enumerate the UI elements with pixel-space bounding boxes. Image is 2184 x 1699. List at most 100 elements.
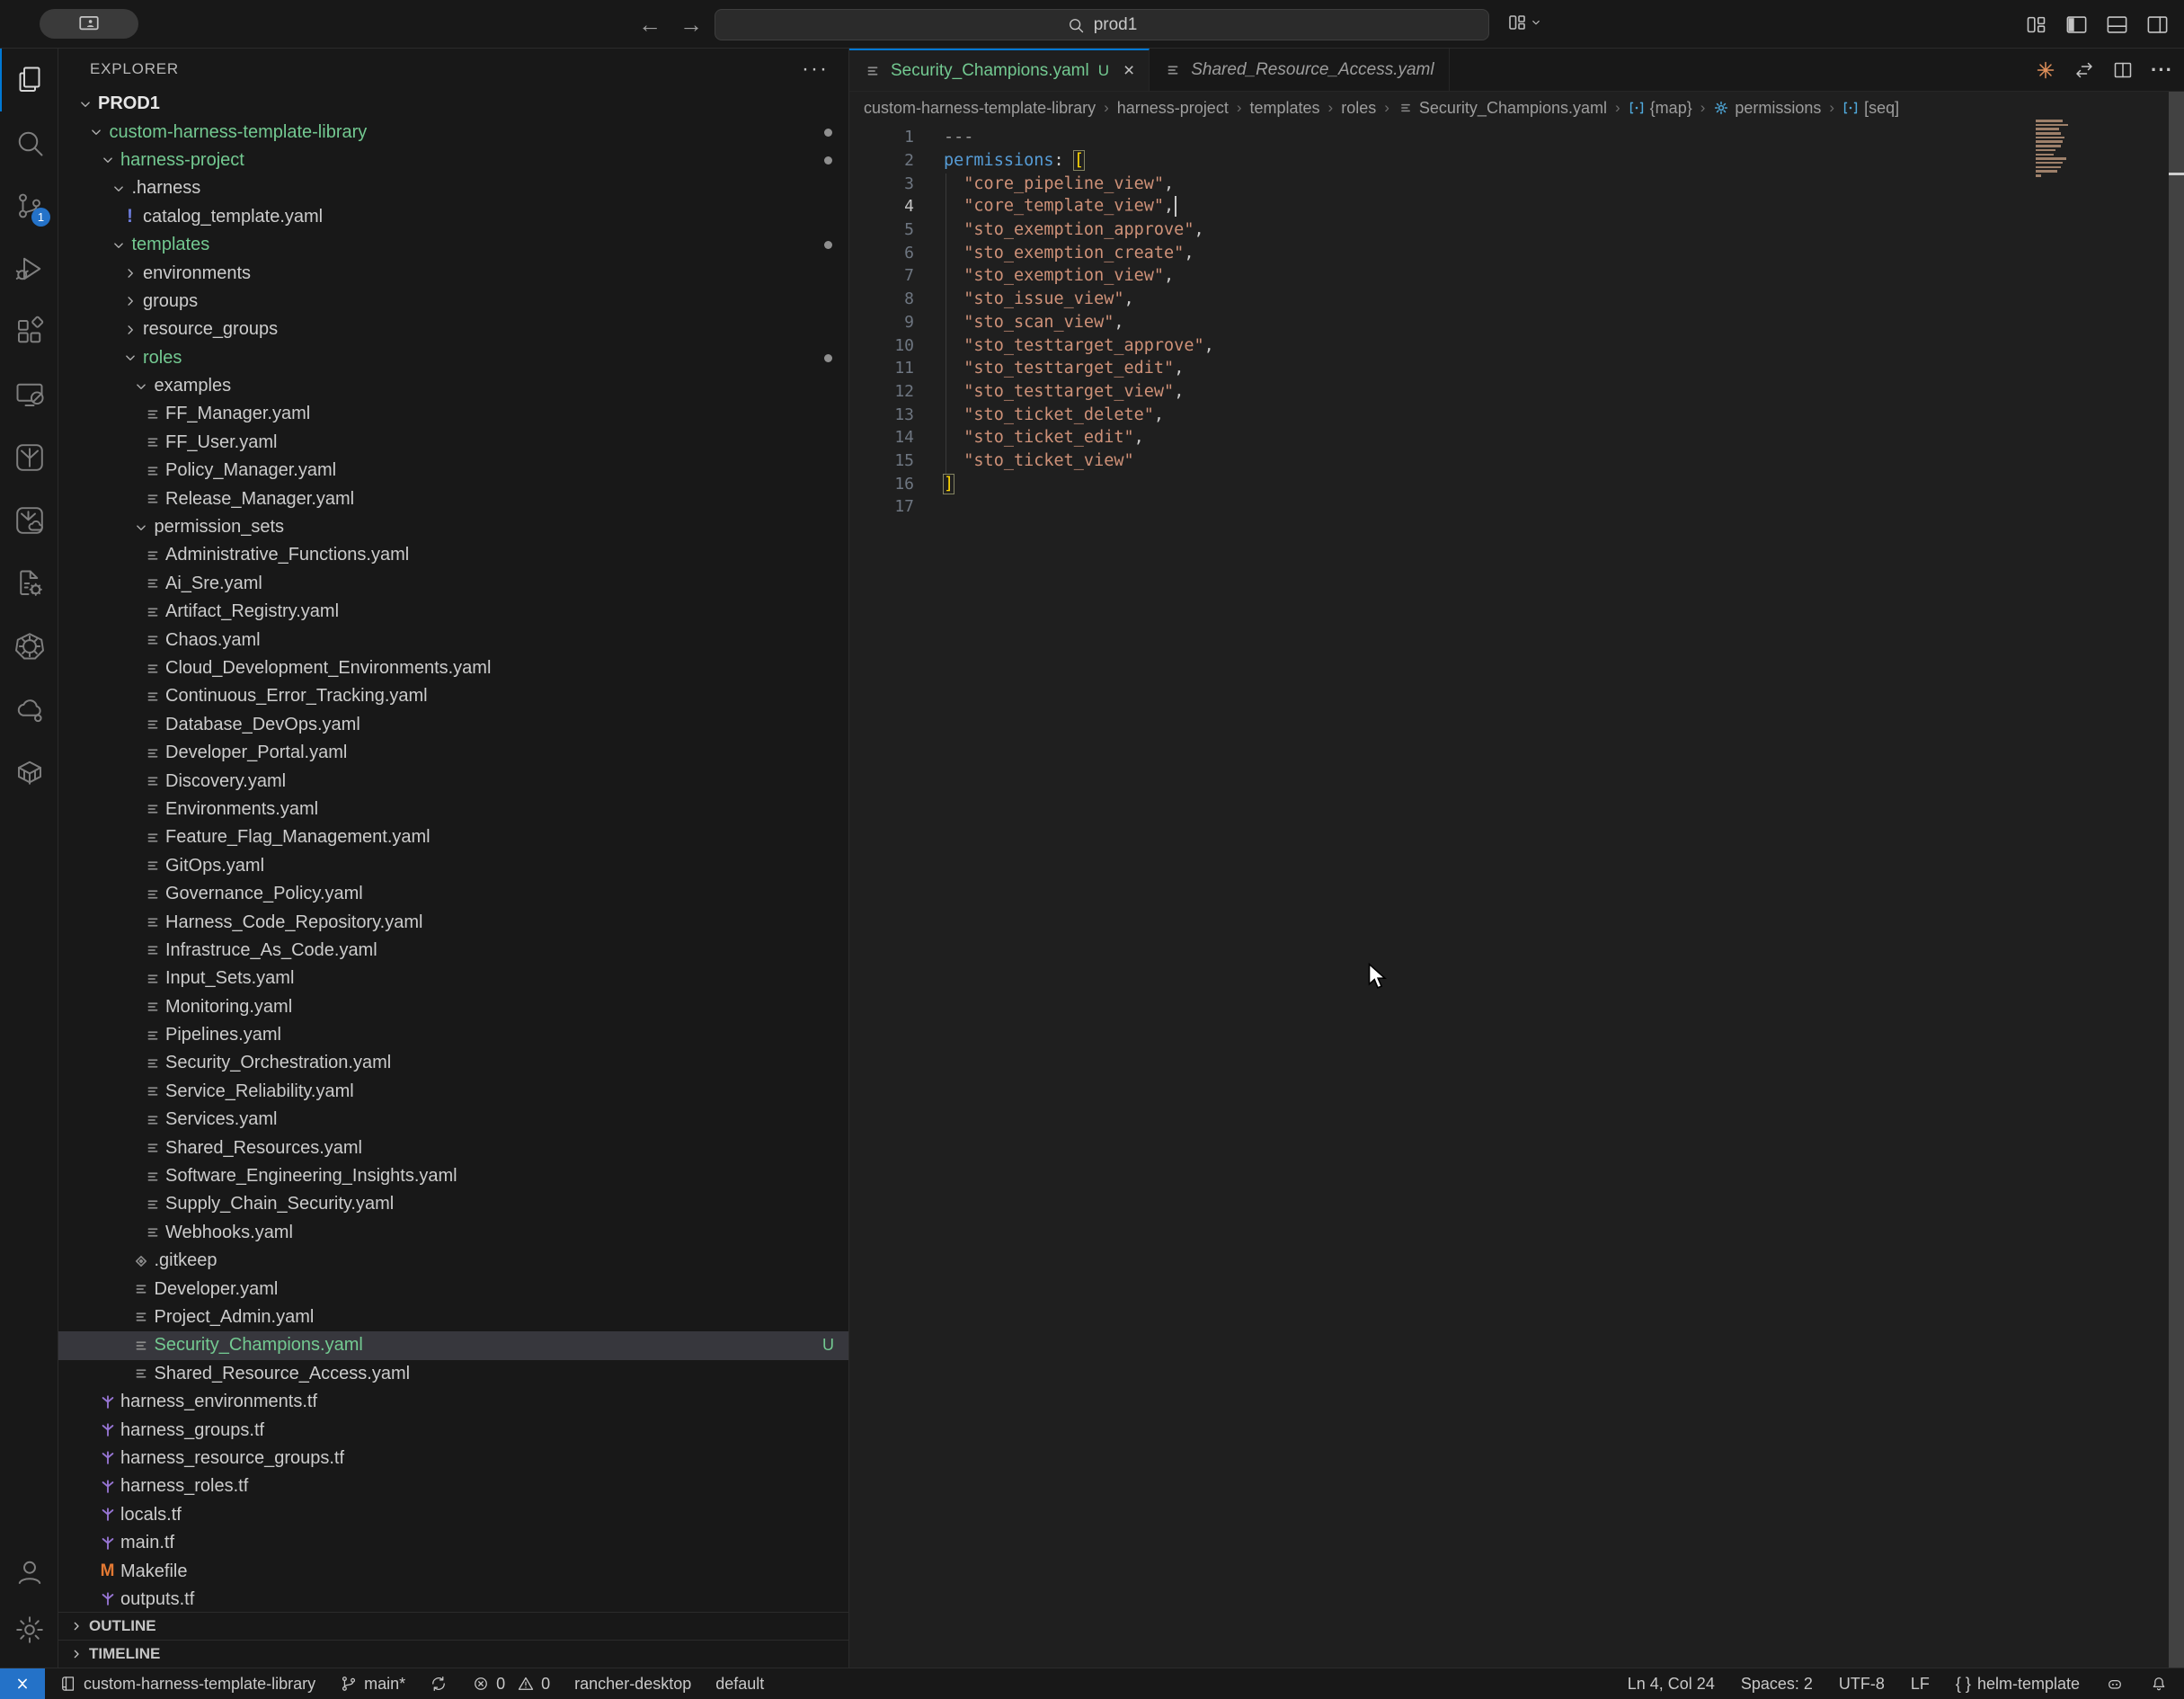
tree-item-examples[interactable]: examples	[58, 372, 848, 400]
tree-item-supply-chain-security-yaml[interactable]: Supply_Chain_Security.yaml	[58, 1190, 848, 1218]
tree-item-discovery-yaml[interactable]: Discovery.yaml	[58, 767, 848, 795]
tree-item-ff-manager-yaml[interactable]: FF_Manager.yaml	[58, 400, 848, 428]
tree-item-feature-flag-management-yaml[interactable]: Feature_Flag_Management.yaml	[58, 823, 848, 851]
tree-item-gitkeep[interactable]: .gitkeep	[58, 1247, 848, 1275]
tree-item-harness[interactable]: .harness	[58, 174, 848, 202]
tree-item-governance-policy-yaml[interactable]: Governance_Policy.yaml	[58, 880, 848, 908]
tree-item-webhooks-yaml[interactable]: Webhooks.yaml	[58, 1219, 848, 1247]
code-line-17[interactable]: 17	[849, 495, 2184, 519]
activity-remote-explorer[interactable]	[0, 363, 58, 426]
more-actions-icon[interactable]: ···	[2151, 58, 2173, 82]
editor-scrollbar[interactable]	[2169, 92, 2184, 1668]
status-cursor-position[interactable]: Ln 4, Col 24	[1628, 1675, 1715, 1694]
tree-item-security-orchestration-yaml[interactable]: Security_Orchestration.yaml	[58, 1049, 848, 1077]
activity-extensions[interactable]	[0, 300, 58, 363]
tree-item-ai-sre-yaml[interactable]: Ai_Sre.yaml	[58, 570, 848, 598]
close-icon[interactable]: ×	[1123, 60, 1134, 82]
tree-item-pipelines-yaml[interactable]: Pipelines.yaml	[58, 1021, 848, 1049]
code-editor[interactable]: 1---2permissions: [3 "core_pipeline_view…	[849, 124, 2184, 519]
screen-share-button[interactable]	[40, 9, 138, 39]
status-language-mode[interactable]: { }helm-template	[1956, 1675, 2080, 1694]
tree-item-prod1[interactable]: PROD1	[58, 90, 848, 118]
code-line-8[interactable]: 8 "sto_issue_view",	[849, 288, 2184, 311]
tree-item-harness-resource-groups-tf[interactable]: harness_resource_groups.tf	[58, 1445, 848, 1472]
section-outline[interactable]: OUTLINE	[58, 1612, 848, 1640]
status-notifications[interactable]	[2150, 1675, 2168, 1694]
code-line-12[interactable]: 12 "sto_testtarget_view",	[849, 380, 2184, 404]
status-problems[interactable]: 00	[472, 1675, 550, 1694]
activity-source-control[interactable]: 1	[0, 174, 58, 237]
tree-item-developer-yaml[interactable]: Developer.yaml	[58, 1275, 848, 1303]
tree-item-templates[interactable]: templates	[58, 231, 848, 259]
code-line-7[interactable]: 7 "sto_exemption_view",	[849, 264, 2184, 288]
tree-item-harness-groups-tf[interactable]: harness_groups.tf	[58, 1416, 848, 1444]
command-center-search[interactable]: prod1	[715, 9, 1489, 40]
tree-item-database-devops-yaml[interactable]: Database_DevOps.yaml	[58, 711, 848, 739]
split-editor-icon[interactable]	[2112, 59, 2134, 81]
tree-item-ff-user-yaml[interactable]: FF_User.yaml	[58, 429, 848, 457]
breadcrumb-permissions[interactable]: permissions	[1713, 99, 1821, 118]
code-line-14[interactable]: 14 "sto_ticket_edit",	[849, 426, 2184, 449]
tree-item-security-champions-yaml[interactable]: Security_Champions.yamlU	[58, 1331, 848, 1359]
status-indentation[interactable]: Spaces: 2	[1741, 1675, 1813, 1694]
activity-accounts[interactable]	[0, 1543, 58, 1601]
tree-item-cloud-development-environments-yaml[interactable]: Cloud_Development_Environments.yaml	[58, 654, 848, 682]
status-repo[interactable]: custom-harness-template-library	[59, 1675, 315, 1694]
toggle-panel-bottom-icon[interactable]	[2105, 13, 2129, 37]
tree-item-continuous-error-tracking-yaml[interactable]: Continuous_Error_Tracking.yaml	[58, 682, 848, 710]
customize-layout-icon[interactable]	[2024, 13, 2048, 37]
tree-item-services-yaml[interactable]: Services.yaml	[58, 1106, 848, 1134]
activity-terraform[interactable]	[0, 426, 58, 489]
tree-item-infrastruce-as-code-yaml[interactable]: Infrastruce_As_Code.yaml	[58, 937, 848, 965]
status-eol[interactable]: LF	[1911, 1675, 1930, 1694]
activity-cloud-tools[interactable]	[0, 678, 58, 741]
tree-item-harness-project[interactable]: harness-project	[58, 147, 848, 174]
tree-item-chaos-yaml[interactable]: Chaos.yaml	[58, 626, 848, 654]
tree-item-project-admin-yaml[interactable]: Project_Admin.yaml	[58, 1303, 848, 1331]
code-line-9[interactable]: 9 "sto_scan_view",	[849, 311, 2184, 334]
breadcrumb-harness-project[interactable]: harness-project	[1117, 99, 1229, 118]
breadcrumb-seq[interactable]: [seq]	[1842, 99, 1899, 118]
activity-run-and-debug[interactable]	[0, 237, 58, 300]
tree-item-custom-harness-template-library[interactable]: custom-harness-template-library	[58, 118, 848, 146]
nav-forward-button[interactable]: →	[679, 11, 703, 39]
status-branch[interactable]: main*	[340, 1675, 405, 1694]
toggle-panel-right-icon[interactable]	[2145, 13, 2170, 37]
tree-item-catalog-template-yaml[interactable]: !catalog_template.yaml	[58, 203, 848, 231]
open-changes-icon[interactable]	[2073, 59, 2095, 81]
breadcrumb-templates[interactable]: templates	[1250, 99, 1320, 118]
breadcrumb-map[interactable]: {map}	[1629, 99, 1692, 118]
tree-item-locals-tf[interactable]: locals.tf	[58, 1501, 848, 1529]
status-kube-context[interactable]: default	[715, 1675, 764, 1694]
tree-item-makefile[interactable]: MMakefile	[58, 1557, 848, 1585]
status-encoding[interactable]: UTF-8	[1839, 1675, 1885, 1694]
tree-item-environments-yaml[interactable]: Environments.yaml	[58, 796, 848, 823]
tree-item-policy-manager-yaml[interactable]: Policy_Manager.yaml	[58, 457, 848, 485]
activity-settings[interactable]	[0, 1601, 58, 1659]
tree-item-groups[interactable]: groups	[58, 288, 848, 316]
breadcrumb-roles[interactable]: roles	[1341, 99, 1376, 118]
tab-shared-resource-access-yaml[interactable]: Shared_Resource_Access.yaml	[1150, 49, 1449, 91]
tab-security-champions-yaml[interactable]: Security_Champions.yamlU×	[849, 49, 1150, 91]
activity-search[interactable]	[0, 111, 58, 174]
tree-item-artifact-registry-yaml[interactable]: Artifact_Registry.yaml	[58, 598, 848, 626]
breadcrumb-custom-harness-template-library[interactable]: custom-harness-template-library	[864, 99, 1096, 118]
activity-terraform-cloud[interactable]	[0, 489, 58, 552]
explorer-more-actions-button[interactable]: ···	[802, 57, 829, 82]
activity-explorer[interactable]	[0, 49, 58, 111]
tree-item-harness-environments-tf[interactable]: harness_environments.tf	[58, 1388, 848, 1416]
code-line-2[interactable]: 2permissions: [	[849, 149, 2184, 173]
code-line-6[interactable]: 6 "sto_exemption_create",	[849, 241, 2184, 264]
activity-kubernetes[interactable]	[0, 615, 58, 678]
tree-item-environments[interactable]: environments	[58, 259, 848, 287]
tree-item-developer-portal-yaml[interactable]: Developer_Portal.yaml	[58, 739, 848, 767]
code-line-1[interactable]: 1---	[849, 126, 2184, 149]
tree-item-gitops-yaml[interactable]: GitOps.yaml	[58, 852, 848, 880]
code-line-11[interactable]: 11 "sto_testtarget_edit",	[849, 357, 2184, 380]
tree-item-resource-groups[interactable]: resource_groups	[58, 316, 848, 343]
status-rancher-desktop[interactable]: rancher-desktop	[574, 1675, 691, 1694]
tree-item-outputs-tf[interactable]: outputs.tf	[58, 1586, 848, 1612]
code-line-3[interactable]: 3 "core_pipeline_view",	[849, 172, 2184, 195]
breadcrumb-security-champions-yaml[interactable]: Security_Champions.yaml	[1398, 99, 1607, 118]
tree-item-shared-resources-yaml[interactable]: Shared_Resources.yaml	[58, 1134, 848, 1161]
